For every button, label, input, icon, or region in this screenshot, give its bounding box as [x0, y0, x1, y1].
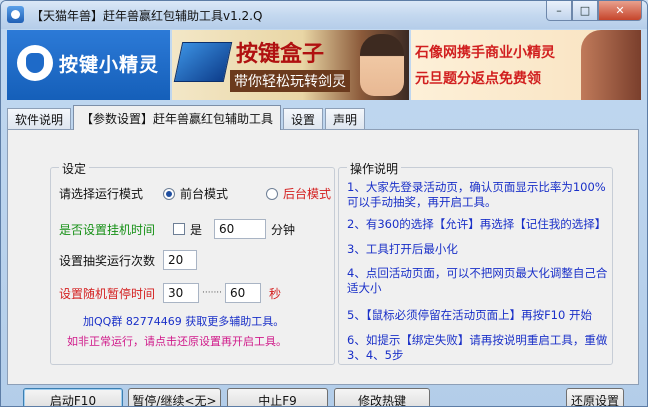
maximize-button[interactable]: □ — [572, 1, 598, 21]
ad-right-title: 石像网携手商业小精灵 — [415, 45, 555, 61]
box-art-image — [173, 42, 233, 82]
restore-notice: 如非正常运行，请点击还原设置再开启工具。 — [67, 335, 287, 348]
logo-text: 按键小精灵 — [59, 54, 160, 76]
ad-right-subtitle: 元旦题分返点免费领 — [415, 71, 541, 87]
help-group: 操作说明 1、大家先登录活动页，确认页面显示比率为100%可以手动抽奖，再开启工… — [338, 160, 613, 365]
ad-left-title: 按键盒子 — [236, 42, 325, 67]
header-banner: 按键小精灵 按键盒子 带你轻松玩转剑灵 石像网携手商业小精灵 元旦题分返点免费领 — [7, 30, 641, 100]
restore-settings-button[interactable]: 还原设置 — [566, 388, 624, 406]
tab-statement[interactable]: 声明 — [325, 108, 366, 130]
hang-time-label: 是否设置挂机时间 — [59, 222, 156, 237]
tab-software-info[interactable]: 软件说明 — [7, 108, 72, 130]
help-line-6: 6、如提示【绑定失败】请再按说明重启工具，重做3、4、5步 — [347, 333, 608, 362]
people-image — [581, 30, 641, 100]
settings-group: 设定 请选择运行模式 前台模式 后台模式 是否设置挂机时间 是 分钟 设置抽奖运… — [50, 160, 335, 365]
window-title: 【天猫年兽】赶年兽赢红包辅助工具v1.2.Q — [31, 9, 263, 23]
tab-parameter-settings[interactable]: 【参数设置】赶年兽赢红包辅助工具 — [73, 105, 282, 130]
help-group-label: 操作说明 — [347, 160, 402, 177]
character-image — [360, 34, 404, 96]
lottery-count-input[interactable] — [163, 250, 197, 270]
ad-left-subtitle: 带你轻松玩转剑灵 — [230, 70, 350, 92]
help-line-3: 3、工具打开后最小化 — [347, 242, 458, 256]
hang-time-checkbox-label[interactable]: 是 — [190, 221, 214, 238]
mode-row: 请选择运行模式 前台模式 后台模式 — [59, 185, 331, 202]
hang-time-input[interactable] — [214, 219, 266, 239]
app-icon — [7, 6, 24, 23]
lottery-row: 设置抽奖运行次数 — [59, 250, 197, 270]
title-bar[interactable]: 【天猫年兽】赶年兽赢红包辅助工具v1.2.Q – □ ✕ — [1, 1, 647, 29]
radio-foreground-label[interactable]: 前台模式 — [180, 185, 266, 202]
pause-unit: 秒 — [269, 286, 282, 301]
hang-time-row: 是否设置挂机时间 是 分钟 — [59, 219, 295, 239]
tab-settings[interactable]: 设置 — [283, 108, 324, 130]
caption-buttons: – □ ✕ — [546, 1, 642, 21]
tab-panel: 设定 请选择运行模式 前台模式 后台模式 是否设置挂机时间 是 分钟 设置抽奖运… — [7, 129, 639, 385]
pause-resume-button[interactable]: 暂停/继续<无> — [128, 388, 221, 406]
close-button[interactable]: ✕ — [598, 1, 642, 21]
logo-icon — [17, 45, 53, 81]
radio-foreground[interactable] — [163, 187, 175, 200]
qq-notice: 加QQ群 82774469 获取更多辅助工具。 — [83, 315, 285, 328]
pause-max-input[interactable] — [225, 283, 262, 303]
minimize-button[interactable]: – — [546, 1, 572, 21]
help-line-5: 5、【鼠标必须停留在活动页面上】再按F10 开始 — [347, 308, 592, 322]
app-window: 【天猫年兽】赶年兽赢红包辅助工具v1.2.Q – □ ✕ 按键小精灵 按键盒子 … — [0, 0, 648, 407]
pause-label: 设置随机暂停时间 — [59, 286, 156, 301]
mode-label: 请选择运行模式 — [59, 187, 144, 201]
stop-button[interactable]: 中止F9 — [227, 388, 328, 406]
help-line-1: 1、大家先登录活动页，确认页面显示比率为100%可以手动抽奖，再开启工具。 — [347, 180, 606, 209]
pause-separator: ······· — [202, 288, 223, 298]
logo: 按键小精灵 — [7, 30, 170, 100]
change-hotkey-button[interactable]: 修改热键 — [334, 388, 430, 406]
ad-banner-left[interactable]: 按键盒子 带你轻松玩转剑灵 — [172, 30, 409, 100]
radio-background[interactable] — [266, 187, 278, 200]
help-line-4: 4、点回活动页面，可以不把网页最大化调整自己合适大小 — [347, 266, 608, 295]
pause-row: 设置随机暂停时间 ······· 秒 — [59, 283, 281, 303]
ad-banner-right[interactable]: 石像网携手商业小精灵 元旦题分返点免费领 — [411, 30, 641, 100]
hang-time-checkbox[interactable] — [173, 223, 185, 235]
tab-bar: 软件说明 【参数设置】赶年兽赢红包辅助工具 设置 声明 — [7, 104, 367, 130]
pause-min-input[interactable] — [163, 283, 199, 303]
lottery-label: 设置抽奖运行次数 — [59, 253, 156, 268]
help-line-2: 2、有360的选择【允许】再选择【记住我的选择】 — [347, 217, 607, 231]
settings-group-label: 设定 — [59, 160, 90, 177]
hang-time-unit: 分钟 — [271, 222, 296, 237]
start-button[interactable]: 启动F10 — [23, 388, 123, 406]
radio-background-label[interactable]: 后台模式 — [283, 185, 331, 202]
